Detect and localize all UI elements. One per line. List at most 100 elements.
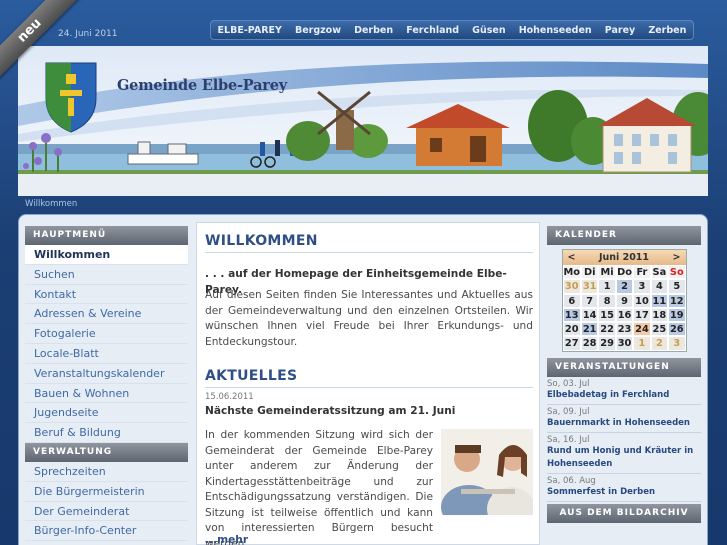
event-date: So, 03. Jul <box>547 378 590 389</box>
administration-heading: VERWALTUNG <box>25 442 188 462</box>
calendar-day[interactable]: 21 <box>580 322 599 337</box>
calendar-day[interactable]: 1 <box>633 336 651 351</box>
calendar-day[interactable]: 15 <box>598 307 616 323</box>
calendar-day[interactable]: 4 <box>650 279 669 294</box>
event-date: Sa, 16. Jul <box>547 434 590 445</box>
calendar-day[interactable]: 28 <box>580 336 599 351</box>
event-item[interactable]: So, 03. Jul Elbebadetag in Ferchland <box>547 377 701 405</box>
nav-bergzow[interactable]: Bergzow <box>295 25 341 36</box>
calendar-grid: Mo Di Mi Do Fr Sa So 30 31 1 2 3 4 5 6 7 8 9 10 11 12 13 14 15 1… <box>562 265 686 351</box>
calendar-day[interactable]: 22 <box>598 322 616 337</box>
calendar-heading: KALENDER <box>547 226 701 245</box>
event-title[interactable]: Rund um Honig und Kräuter in Hohenseeden <box>547 445 701 471</box>
event-title[interactable]: Sommerfest in Derben <box>547 486 701 499</box>
menu-item-gemeinderat[interactable]: Der Gemeinderat <box>25 502 188 522</box>
menu-item-fotogalerie[interactable]: Fotogalerie <box>25 324 188 344</box>
calendar-day[interactable]: 24 <box>633 322 651 337</box>
nav-elbe-parey[interactable]: ELBE-PAREY <box>218 25 282 36</box>
left-sidebar: HAUPTMENÜ Willkommen Suchen Kontakt Adre… <box>25 226 188 542</box>
nav-ferchland[interactable]: Ferchland <box>406 25 459 36</box>
menu-item-veranstaltungskalender[interactable]: Veranstaltungskalender <box>25 364 188 384</box>
calendar-day[interactable]: 2 <box>650 336 669 351</box>
event-date: Sa, 09. Jul <box>547 406 590 417</box>
nav-derben[interactable]: Derben <box>354 25 393 36</box>
read-more-link[interactable]: ...mehr <box>205 533 533 545</box>
calendar-day[interactable]: 7 <box>580 293 599 308</box>
archive-heading: AUS DEM BILDARCHIV <box>547 503 701 523</box>
right-sidebar: KALENDER < Juni 2011 > Mo Di Mi Do Fr Sa So 30 3… <box>547 226 701 523</box>
news-divider <box>205 387 533 388</box>
heading-divider <box>205 252 533 253</box>
nav-hohenseeden[interactable]: Hohenseeden <box>519 25 592 36</box>
calendar-day[interactable]: 19 <box>668 307 686 323</box>
main-content: WILLKOMMEN . . . auf der Homepage der Ei… <box>196 222 540 545</box>
calendar-day[interactable]: 13 <box>562 307 581 323</box>
calendar-day[interactable]: 1 <box>598 279 616 294</box>
event-item[interactable]: Sa, 06. Aug Sommerfest in Derben <box>547 474 701 502</box>
calendar-day[interactable]: 9 <box>615 293 634 308</box>
calendar-day[interactable]: 25 <box>650 322 669 337</box>
events-heading: VERANSTALTUNGEN <box>547 357 701 377</box>
event-item[interactable]: Sa, 09. Jul Bauernmarkt in Hohenseeden <box>547 405 701 433</box>
news-title[interactable]: Nächste Gemeinderatssitzung am 21. Juni <box>205 404 533 420</box>
event-item[interactable]: Sa, 16. Jul Rund um Honig und Kräuter in … <box>547 433 701 474</box>
top-navigation: ELBE-PAREY Bergzow Derben Ferchland Güse… <box>210 20 694 40</box>
menu-item-jugendseite[interactable]: Jugendseite <box>25 403 188 424</box>
news-heading: AKTUELLES <box>205 368 298 384</box>
calendar-day[interactable]: 5 <box>668 279 686 294</box>
calendar-day[interactable]: 27 <box>562 336 581 351</box>
menu-item-suchen[interactable]: Suchen <box>25 265 188 285</box>
menu-item-buergermeisterin[interactable]: Die Bürgermeisterin <box>25 482 188 502</box>
calendar-day[interactable]: 6 <box>562 293 581 308</box>
calendar-day[interactable]: 3 <box>633 279 651 294</box>
breadcrumb[interactable]: Willkommen <box>25 199 77 209</box>
calendar-day[interactable]: 2 <box>615 279 634 294</box>
calendar-day[interactable]: 18 <box>650 307 669 323</box>
calendar-month: Juni 2011 <box>598 252 650 263</box>
welcome-heading: WILLKOMMEN <box>205 233 318 249</box>
calendar-day[interactable]: 23 <box>615 322 634 337</box>
main-menu-heading: HAUPTMENÜ <box>25 226 188 245</box>
news-photo <box>441 429 533 515</box>
calendar-day[interactable]: 26 <box>668 322 686 337</box>
calendar-dow: So <box>668 265 686 280</box>
calendar-dow: Do <box>615 265 634 280</box>
calendar-day[interactable]: 3 <box>668 336 686 351</box>
calendar-day[interactable]: 16 <box>615 307 634 323</box>
event-date: Sa, 06. Aug <box>547 475 596 486</box>
menu-item-willkommen[interactable]: Willkommen <box>25 245 188 265</box>
event-title[interactable]: Bauernmarkt in Hohenseeden <box>547 417 701 430</box>
menu-item-locale-blatt[interactable]: Locale-Blatt <box>25 344 188 364</box>
current-date: 24. Juni 2011 <box>58 29 118 39</box>
menu-item-bauen-wohnen[interactable]: Bauen & Wohnen <box>25 384 188 404</box>
calendar-day[interactable]: 31 <box>580 279 599 294</box>
calendar-day[interactable]: 12 <box>668 293 686 308</box>
menu-item-buerger-info-center[interactable]: Bürger-Info-Center <box>25 521 188 542</box>
nav-zerben[interactable]: Zerben <box>648 25 686 36</box>
calendar-next-button[interactable]: > <box>673 252 681 263</box>
calendar-day[interactable]: 29 <box>598 336 616 351</box>
calendar-prev-button[interactable]: < <box>568 252 576 263</box>
calendar-day[interactable]: 17 <box>633 307 651 323</box>
calendar-day[interactable]: 11 <box>650 293 669 308</box>
calendar-dow: Mi <box>598 265 616 280</box>
site-title: Gemeinde Elbe-Parey <box>117 77 287 94</box>
menu-item-adressen-vereine[interactable]: Adressen & Vereine <box>25 304 188 325</box>
news-text: In der kommenden Sitzung wird sich der G… <box>205 429 433 545</box>
header-banner-illustration <box>18 46 708 196</box>
nav-guesen[interactable]: Güsen <box>472 25 505 36</box>
nav-parey[interactable]: Parey <box>605 25 635 36</box>
event-title[interactable]: Elbebadetag in Ferchland <box>547 389 701 402</box>
calendar-dow: Di <box>580 265 599 280</box>
calendar-widget: < Juni 2011 > Mo Di Mi Do Fr Sa So 30 31 1 2 3 4 5 6 7 8… <box>561 249 687 352</box>
menu-item-beruf-bildung[interactable]: Beruf & Bildung <box>25 423 188 443</box>
menu-item-sprechzeiten[interactable]: Sprechzeiten <box>25 462 188 482</box>
calendar-day[interactable]: 10 <box>633 293 651 308</box>
calendar-dow: Sa <box>650 265 669 280</box>
calendar-day[interactable]: 30 <box>562 279 581 294</box>
calendar-day[interactable]: 30 <box>615 336 634 351</box>
menu-item-kontakt[interactable]: Kontakt <box>25 285 188 305</box>
calendar-day[interactable]: 20 <box>562 322 581 337</box>
calendar-day[interactable]: 14 <box>580 307 599 323</box>
calendar-day[interactable]: 8 <box>598 293 616 308</box>
